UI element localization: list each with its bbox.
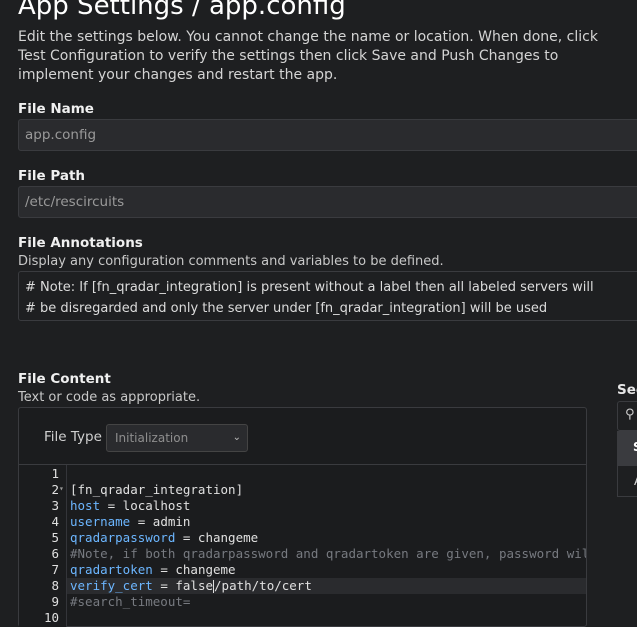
code-value: = admin [130,514,191,529]
line-number: 8 [51,578,59,593]
code-key: username [70,514,131,529]
file-content-label: File Content [18,371,111,387]
code-value: = localhost [100,498,191,513]
file-content-editor: File Type Initialization ⌄ 1 2 ▾ 3 4 5 6… [18,407,587,627]
code-line: qradartoken = changeme [70,562,236,578]
file-name-label: File Name [18,101,94,117]
line-number-gutter: 1 2 ▾ 3 4 5 6 7 8 9 10 [19,465,67,627]
line-number: 6 [51,546,59,561]
line-number: 5 [51,530,59,545]
code-key: verify_cert [70,578,153,593]
code-key: host [70,498,101,513]
code-comment: #search_timeout= [70,594,191,609]
file-annotations-help: Display any configuration comments and v… [18,254,444,269]
side-search-box[interactable]: ⚲ [617,401,637,431]
line-number: 10 [43,610,59,625]
file-content-help: Text or code as appropriate. [18,390,201,405]
file-name-field: app.config [18,119,637,151]
code-key: qradarpassword [70,530,176,545]
line-number: 7 [51,562,59,577]
file-path-field: /etc/rescircuits [18,186,637,218]
file-annotations-textarea[interactable]: # Note: If [fn_qradar_integration] is pr… [18,271,637,321]
code-line: username = admin [70,514,190,530]
side-table-row[interactable]: A [617,465,637,497]
page-title: App Settings / app.config [18,0,346,21]
code-line: verify_cert = false/path/to/cert [70,578,312,594]
code-line: qradarpassword = changeme [70,530,258,546]
code-line: [fn_qradar_integration] [70,482,244,497]
line-number: 9 [51,594,59,609]
line-number: 2 [51,482,59,497]
code-editor[interactable]: 1 2 ▾ 3 4 5 6 7 8 9 10 [fn_qradar_integr… [19,464,586,627]
side-table-header: S [617,431,637,465]
file-annotations-label: File Annotations [18,235,143,251]
annotation-line: # be disregarded and only the server und… [25,300,548,316]
line-number: 4 [51,514,59,529]
fold-arrow-icon[interactable]: ▾ [59,484,64,493]
annotation-line: # Note: If [fn_qradar_integration] is pr… [25,280,594,295]
page-description: Edit the settings below. You cannot chan… [18,29,598,83]
code-line: host = localhost [70,498,190,514]
side-panel-label: Sec [617,382,637,398]
file-type-value: Initialization [115,431,189,445]
line-number: 3 [51,498,59,513]
code-value: = false [152,578,214,593]
search-icon: ⚲ [625,407,635,422]
file-type-label: File Type [44,429,102,445]
file-path-label: File Path [18,168,86,184]
code-key: qradartoken [70,562,153,577]
line-number: 1 [51,466,59,481]
code-comment: #Note, if both qradarpassword and qradar… [70,546,586,561]
file-type-select[interactable]: Initialization ⌄ [106,424,248,452]
code-value: = changeme [152,562,236,577]
chevron-down-icon: ⌄ [232,432,241,443]
code-value: /path/to/cert [214,578,312,593]
code-value: = changeme [175,530,259,545]
side-table-header-text: S [633,440,637,454]
